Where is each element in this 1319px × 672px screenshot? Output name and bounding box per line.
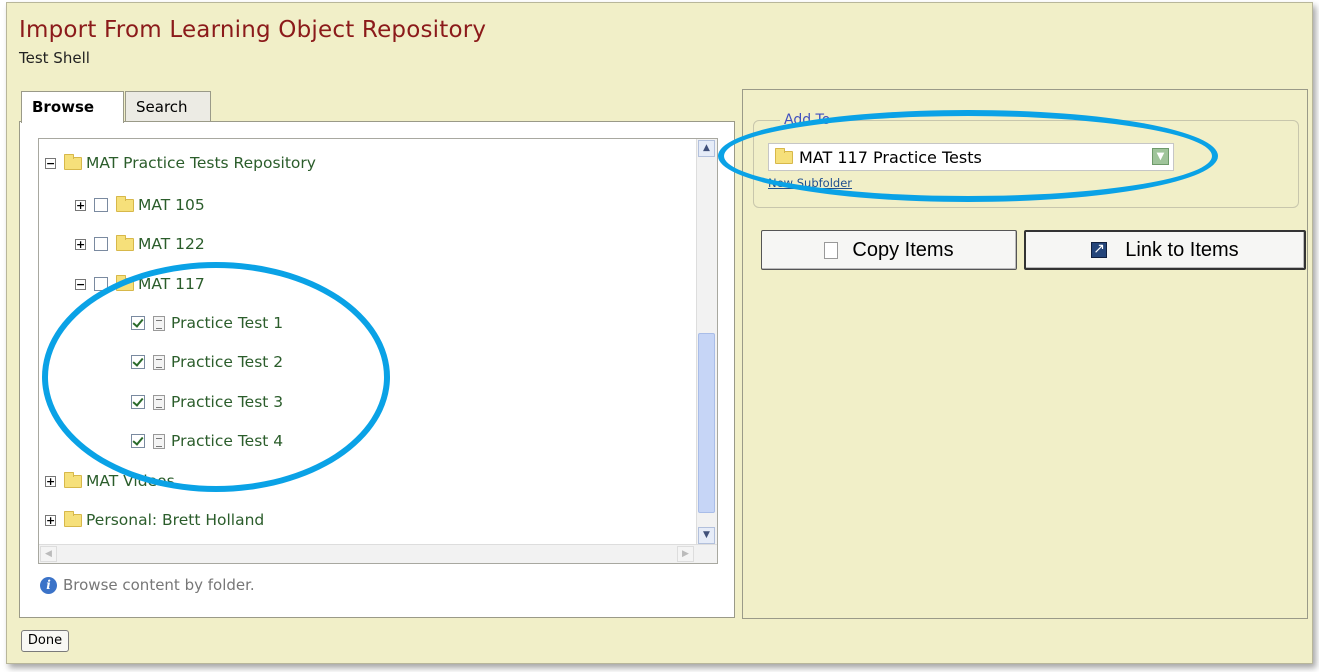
chevron-down-icon[interactable]: ▼ [1152,148,1169,165]
test-document-icon [153,315,165,331]
folder-icon [116,195,134,212]
tree-item-practice-test-1[interactable]: Practice Test 1 [131,312,283,334]
tree-item-personal[interactable]: + Personal: Brett Holland [45,509,264,531]
folder-icon [64,153,82,170]
scroll-thumb[interactable] [698,333,715,513]
dialog: Import From Learning Object Repository T… [6,2,1313,664]
tree-item-practice-test-2[interactable]: Practice Test 2 [131,351,283,373]
expand-icon[interactable]: + [45,475,56,487]
test-document-icon [153,354,165,370]
folder-icon [64,471,82,488]
tree-content: − MAT Practice Tests Repository + MAT 10… [39,139,691,545]
checkbox-checked[interactable] [131,434,145,448]
tree-item-label: Practice Test 2 [171,353,284,371]
folder-tree: − MAT Practice Tests Repository + MAT 10… [38,138,718,564]
browse-panel: − MAT Practice Tests Repository + MAT 10… [19,121,735,618]
link-to-items-label: Link to Items [1125,238,1239,261]
folder-icon [64,510,82,527]
tab-search[interactable]: Search [125,91,211,121]
destination-panel: Add To MAT 117 Practice Tests ▼ New Subf… [742,89,1308,619]
link-to-items-button[interactable]: Link to Items [1024,230,1306,270]
collapse-icon[interactable]: − [75,278,86,290]
tree-item-practice-test-3[interactable]: Practice Test 3 [131,391,283,413]
page-subtitle: Test Shell [19,49,90,67]
folder-icon [116,234,134,251]
tree-item-repository[interactable]: − MAT Practice Tests Repository [45,152,316,174]
tree-item-label: MAT Practice Tests Repository [86,154,316,172]
info-text: Browse content by folder. [63,576,255,594]
scroll-down-icon[interactable]: ▼ [698,527,715,544]
folder-icon [116,274,134,291]
tree-item-label: Practice Test 3 [171,393,284,411]
add-to-legend: Add To [780,112,835,128]
expand-icon[interactable]: + [75,238,86,250]
tree-item-label: MAT 122 [138,235,205,253]
page-title: Import From Learning Object Repository [19,17,487,43]
tab-browse[interactable]: Browse [21,91,124,123]
checkbox[interactable] [94,277,108,291]
tree-item-label: Practice Test 1 [171,314,284,332]
tree-item-label: MAT Videos [86,472,175,490]
scroll-left-icon[interactable]: ◀ [40,546,57,562]
tree-item-mat-117[interactable]: − MAT 117 [75,273,205,295]
tree-item-label: Practice Test 4 [171,432,284,450]
horizontal-scrollbar[interactable]: ◀ ▶ [39,544,717,563]
tree-item-practice-test-4[interactable]: Practice Test 4 [131,430,283,452]
checkbox-checked[interactable] [131,316,145,330]
vertical-scrollbar[interactable]: ▲ ▼ [696,139,717,545]
add-to-fieldset: Add To MAT 117 Practice Tests ▼ New Subf… [753,112,1299,208]
test-document-icon [153,433,165,449]
info-hint: i Browse content by folder. [40,576,255,594]
copy-items-button[interactable]: Copy Items [761,230,1017,270]
checkbox[interactable] [94,237,108,251]
checkbox[interactable] [94,198,108,212]
done-button[interactable]: Done [21,630,69,652]
info-icon: i [40,576,57,594]
copy-items-label: Copy Items [852,238,954,261]
tree-item-mat-105[interactable]: + MAT 105 [75,194,205,216]
expand-icon[interactable]: + [75,199,86,211]
shortcut-link-icon [1091,240,1108,258]
tree-item-mat-122[interactable]: + MAT 122 [75,233,205,255]
new-subfolder-link[interactable]: New Subfolder [768,176,852,190]
checkbox-checked[interactable] [131,395,145,409]
collapse-icon[interactable]: − [45,157,56,169]
destination-select[interactable]: MAT 117 Practice Tests ▼ [768,143,1174,171]
copy-icon [820,241,839,263]
tree-item-label: Personal: Brett Holland [86,511,265,529]
checkbox-checked[interactable] [131,355,145,369]
scroll-right-icon[interactable]: ▶ [677,546,694,562]
tree-item-label: MAT 105 [138,196,205,214]
tree-item-label: MAT 117 [138,275,205,293]
destination-selected-value: MAT 117 Practice Tests [799,147,982,167]
folder-icon [775,147,793,164]
expand-icon[interactable]: + [45,514,56,526]
tree-item-mat-videos[interactable]: + MAT Videos [45,470,175,492]
scroll-up-icon[interactable]: ▲ [698,140,715,157]
test-document-icon [153,394,165,410]
